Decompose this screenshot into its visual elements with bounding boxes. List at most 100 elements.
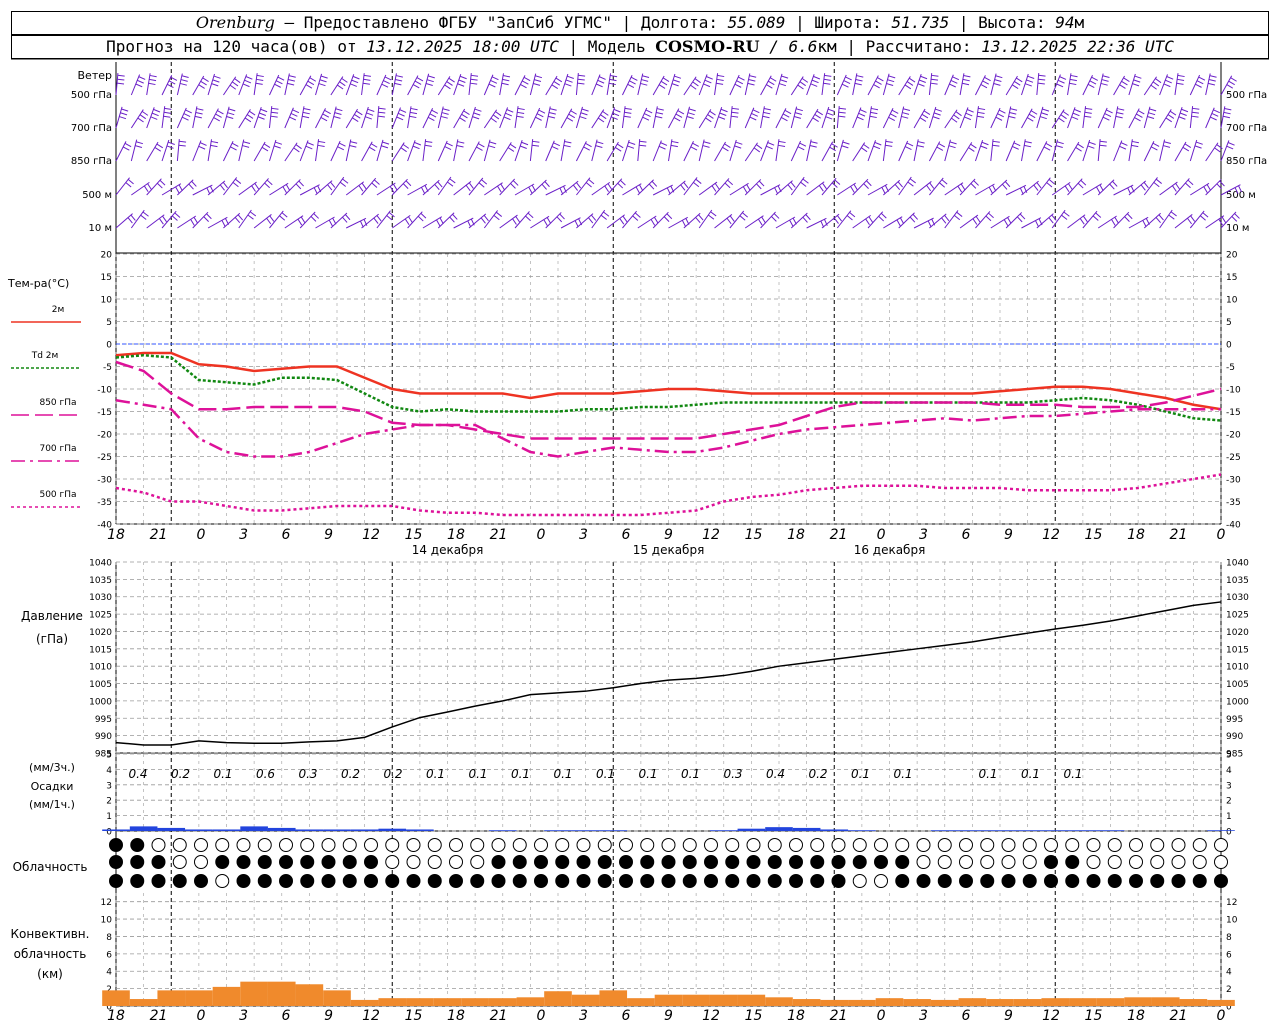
cloud-full-icon <box>959 874 973 888</box>
cloud-full-icon <box>364 855 378 869</box>
wind-barb-flag <box>902 112 910 115</box>
wind-barb-flag <box>213 117 220 122</box>
wind-barb-flag <box>334 112 342 116</box>
wind-barb-flag <box>317 144 325 147</box>
hour-label: 21 <box>830 1008 848 1024</box>
wind-barb-flag <box>399 109 407 113</box>
wind-level-label-right: 850 гПа <box>1226 156 1267 167</box>
hour-label: 3 <box>919 1008 928 1024</box>
y-tick-right: 20 <box>1226 251 1238 261</box>
wind-barb-flag <box>931 74 939 77</box>
wind-barb-flag <box>930 78 939 81</box>
precip-amount: 0.4 <box>128 767 147 781</box>
conv-bar <box>1124 997 1152 1006</box>
y-tick-left: -30 <box>97 476 112 486</box>
y-tick-left: 990 <box>95 732 112 742</box>
wind-barb-staff <box>821 73 826 96</box>
wind-barb-flag <box>757 218 763 226</box>
wind-barb-flag <box>516 115 524 118</box>
precip-amount: 0.1 <box>596 767 615 781</box>
wind-barb-flag <box>324 109 331 115</box>
wind-barb-staff <box>729 74 740 96</box>
wind-barb-staff <box>1067 73 1072 96</box>
wind-barb-staff <box>253 141 266 162</box>
wind-barb-flag <box>188 183 194 190</box>
y-tick-right: -40 <box>1226 521 1241 531</box>
wind-title: Ветер <box>78 69 112 82</box>
wind-barb-staff <box>376 139 384 162</box>
wind-barb-flag <box>736 80 744 85</box>
wind-barb-flag <box>680 184 686 191</box>
wind-barb-flag <box>1227 142 1235 146</box>
y-tick-right: 1035 <box>1226 576 1249 586</box>
wind-barb-flag <box>512 218 517 225</box>
wind-barb-staff <box>683 76 697 96</box>
wind-barb-staff <box>146 178 162 196</box>
wind-barb-flag <box>1210 116 1217 121</box>
wind-barb-staff <box>883 216 903 229</box>
wind-barb-flag <box>515 216 521 223</box>
wind-barb-flag <box>371 182 378 188</box>
wind-barb-flag <box>707 114 714 119</box>
wind-barb-staff <box>1189 210 1205 229</box>
cloud-full-icon <box>810 855 825 869</box>
wind-barb-flag <box>320 75 328 79</box>
wind-barb-flag <box>153 108 161 113</box>
wind-barb-flag <box>1115 115 1123 119</box>
precip-bar <box>571 830 600 831</box>
wind-barb-flag <box>978 107 986 111</box>
wind-barb-flag <box>1099 144 1107 147</box>
cloud-full-icon <box>704 874 718 888</box>
wind-barb-flag <box>683 181 689 189</box>
wind-barb-flag <box>456 144 464 148</box>
wind-level-label: 10 м <box>89 223 112 234</box>
wind-barb-flag <box>127 179 134 185</box>
wind-barb-flag <box>932 116 940 120</box>
wind-barb-flag <box>298 180 304 187</box>
wind-barb-flag <box>277 76 285 81</box>
wind-barb-staff <box>437 212 455 229</box>
wind-barb-flag <box>335 108 343 112</box>
wind-barb-flag <box>727 179 734 186</box>
wind-barb-flag <box>642 116 650 121</box>
wind-barb-flag <box>1136 113 1143 118</box>
wind-barb-flag <box>1082 215 1088 223</box>
wind-barb-flag <box>994 79 1002 83</box>
wind-barb-flag <box>1079 218 1085 225</box>
cloud-clear-icon <box>172 855 187 869</box>
cloud-full-icon <box>661 855 676 869</box>
wind-barb-flag <box>337 146 345 151</box>
wind-barb-flag <box>658 84 666 89</box>
wind-barb-flag <box>444 84 451 90</box>
wind-barb-staff <box>499 73 504 96</box>
wind-barb-flag <box>1184 143 1192 148</box>
wind-barb-flag <box>1131 140 1139 144</box>
cloud-full-icon <box>512 855 527 869</box>
wind-barb-flag <box>1198 76 1206 81</box>
wind-barb-staff <box>637 215 657 229</box>
wind-barb-flag <box>520 83 527 89</box>
conv-bar <box>461 998 489 1006</box>
cloud-clear-icon <box>576 838 591 852</box>
wind-barb-staff <box>499 178 516 196</box>
wind-barb-flag <box>434 184 440 191</box>
wind-barb-staff <box>821 141 834 162</box>
precip-bar <box>1013 830 1042 831</box>
wind-barb-staff <box>530 179 547 196</box>
wind-barb-flag <box>259 112 267 116</box>
wind-barb-flag <box>1026 117 1034 122</box>
wind-barb-flag <box>463 110 470 115</box>
wind-barb-flag <box>492 114 500 120</box>
wind-barb-flag <box>555 77 563 83</box>
wind-barb-flag <box>1134 117 1141 122</box>
hour-label: 21 <box>1170 1008 1188 1024</box>
wind-barb-flag <box>597 79 605 84</box>
cloud-clear-icon <box>704 838 718 852</box>
wind-barb-flag <box>853 183 858 191</box>
wind-barb-flag <box>1101 79 1109 82</box>
cloud-full-icon <box>789 874 803 888</box>
wind-barb-flag <box>1067 183 1073 190</box>
wind-barb-flag <box>227 112 235 116</box>
wind-barb-flag <box>156 182 163 189</box>
precip-amount: 0.2 <box>808 767 827 781</box>
